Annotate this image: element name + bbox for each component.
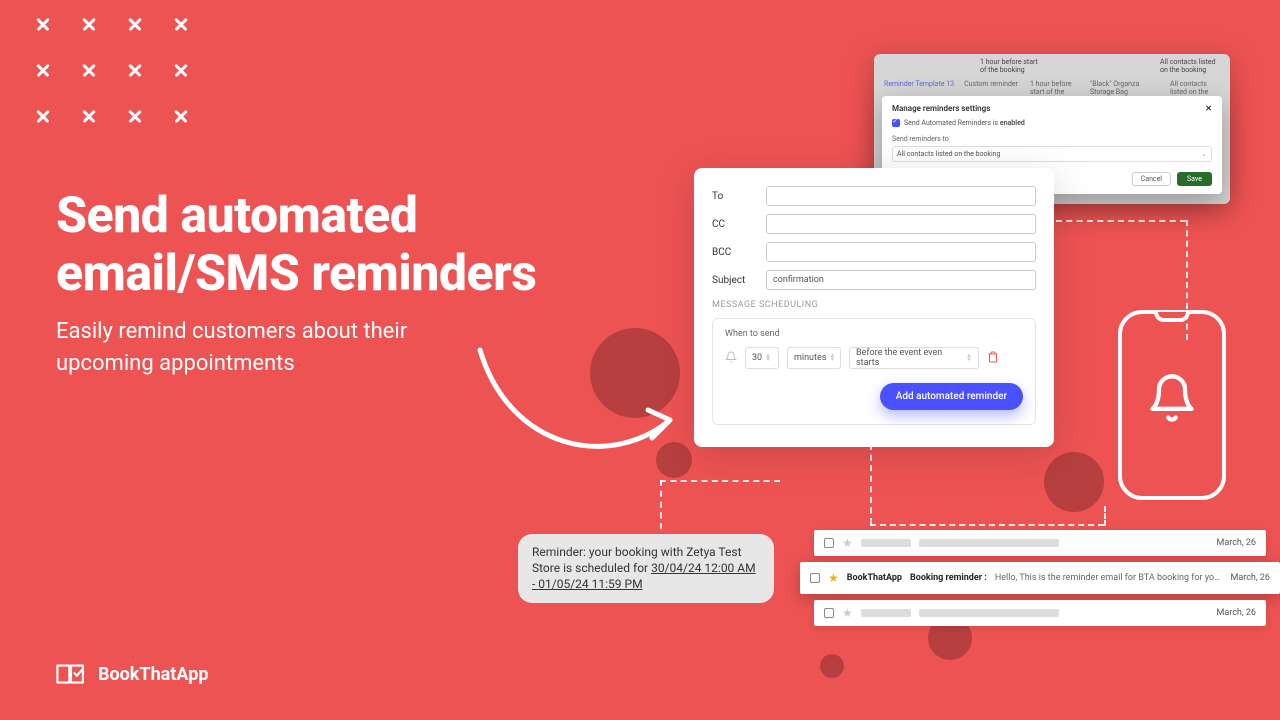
bcc-input[interactable]	[766, 242, 1036, 262]
to-label: To	[712, 191, 766, 202]
trash-icon[interactable]	[987, 351, 999, 366]
cancel-button[interactable]: Cancel	[1132, 172, 1171, 186]
email-row-placeholder[interactable]: ★ March, 26	[814, 600, 1266, 626]
subject-label: Subject	[712, 275, 766, 286]
unit-select[interactable]: minutes▲▼	[787, 347, 841, 369]
sms-bubble: Reminder: your booking with Zetya Test S…	[518, 534, 774, 603]
settings-modal-title: Manage reminders settings	[892, 104, 990, 113]
email-date: March, 26	[1216, 538, 1256, 548]
page-title: Send automated email/SMS reminders	[56, 188, 616, 303]
amount-input[interactable]: 30▲▼	[745, 347, 779, 369]
close-icon[interactable]: ✕	[1205, 104, 1212, 113]
bcc-label: BCC	[712, 247, 766, 258]
page-subtitle: Easily remind customers about their upco…	[56, 316, 476, 380]
email-list: ★ March, 26 ★ BookThatApp Booking remind…	[814, 530, 1266, 632]
scheduling-section-title: MESSAGE SCHEDULING	[712, 300, 1036, 310]
email-sender: BookThatApp	[847, 573, 902, 583]
decorative-x-pattern	[32, 14, 194, 130]
checkbox-icon[interactable]	[824, 538, 834, 548]
bell-icon	[1146, 372, 1198, 424]
brand-logo: BookThatApp	[54, 660, 208, 688]
arrow-icon	[470, 340, 690, 480]
email-row-highlighted[interactable]: ★ BookThatApp Booking reminder : Hello, …	[800, 562, 1280, 594]
email-row-placeholder[interactable]: ★ March, 26	[814, 530, 1266, 556]
enable-reminders-checkbox[interactable]: Send Automated Reminders is enabled	[892, 119, 1212, 127]
cc-input[interactable]	[766, 214, 1036, 234]
reminder-form-card: To CC BCC Subject MESSAGE SCHEDULING Whe…	[694, 168, 1054, 447]
cc-label: CC	[712, 219, 766, 230]
star-icon[interactable]: ★	[828, 571, 839, 585]
email-preview: Hello, This is the reminder email for BT…	[995, 573, 1223, 583]
relation-select[interactable]: Before the event even starts▲▼	[849, 347, 979, 369]
to-input[interactable]	[766, 186, 1036, 206]
star-icon[interactable]: ★	[842, 536, 853, 550]
subject-input[interactable]	[766, 270, 1036, 290]
send-to-select[interactable]: All contacts listed on the booking⌄	[892, 146, 1212, 162]
save-button[interactable]: Save	[1177, 172, 1212, 186]
when-to-send-label: When to send	[725, 329, 1023, 339]
email-date: March, 26	[1216, 608, 1256, 618]
checkbox-icon[interactable]	[810, 573, 820, 583]
add-reminder-button[interactable]: Add automated reminder	[880, 383, 1023, 410]
send-to-label: Send reminders to	[892, 135, 1212, 143]
checkbox-icon[interactable]	[824, 608, 834, 618]
email-subject: Booking reminder :	[910, 573, 987, 583]
bell-icon	[725, 351, 737, 366]
email-date: March, 26	[1230, 573, 1270, 583]
phone-decoration	[1118, 310, 1226, 500]
checkbox-icon[interactable]	[892, 119, 900, 127]
star-icon[interactable]: ★	[842, 606, 853, 620]
